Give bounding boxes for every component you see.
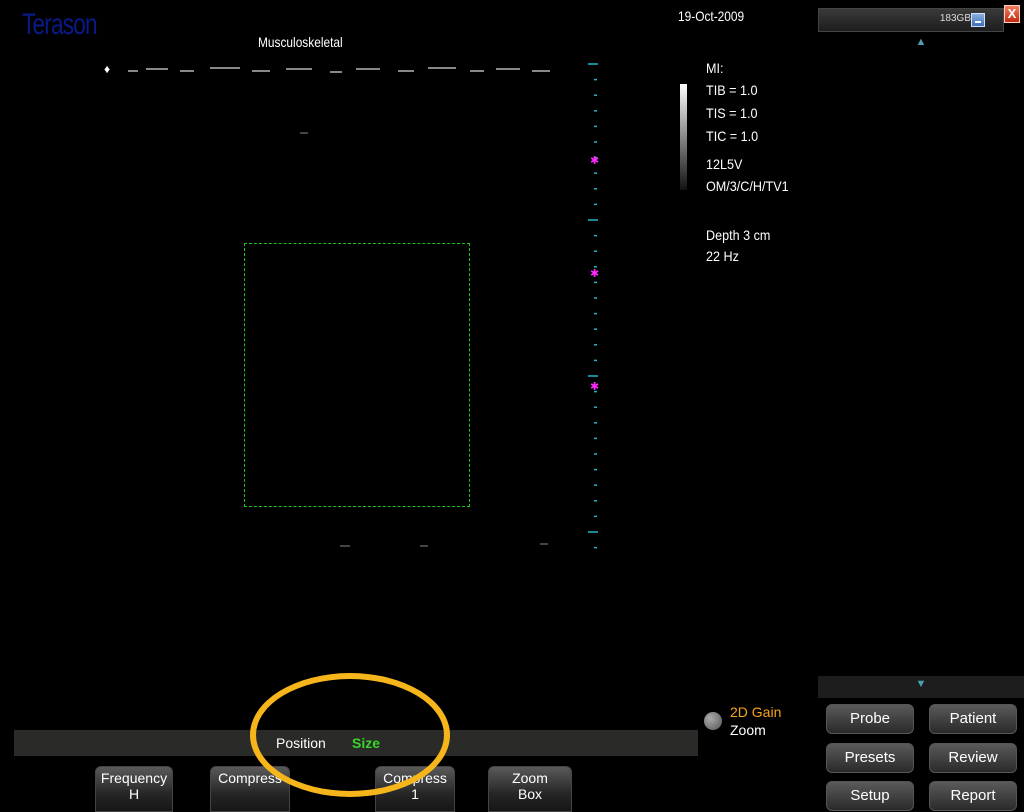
setup-button[interactable]: Setup bbox=[826, 781, 914, 811]
speckle bbox=[428, 67, 456, 69]
scroll-down-arrow-icon[interactable]: ▼ bbox=[906, 678, 936, 694]
zoom-label: Zoom bbox=[730, 722, 766, 738]
tic-value: TIC = 1.0 bbox=[706, 128, 759, 144]
speckle bbox=[470, 70, 484, 72]
grayscale-bar bbox=[680, 84, 687, 190]
status-box: 183GB bbox=[818, 8, 1004, 32]
right-panel bbox=[818, 36, 1024, 676]
speckle bbox=[420, 545, 428, 547]
speckle bbox=[340, 545, 350, 547]
speckle bbox=[330, 71, 342, 73]
softkey-label: Frequency bbox=[100, 770, 168, 786]
date-display: 19-Oct-2009 bbox=[678, 8, 745, 24]
depth-scale: ✱ ✱ ✱ bbox=[588, 63, 599, 549]
speckle bbox=[300, 132, 308, 134]
tib-value: TIB = 1.0 bbox=[706, 82, 758, 98]
speckle bbox=[286, 68, 312, 70]
preset-title: Musculoskeletal bbox=[258, 34, 343, 50]
speckle bbox=[356, 68, 380, 70]
zoom-box[interactable] bbox=[244, 243, 470, 507]
depth-value: Depth 3 cm bbox=[706, 227, 771, 243]
speckle bbox=[180, 70, 194, 72]
mode-settings: OM/3/C/H/TV1 bbox=[706, 178, 789, 194]
focal-zone-marker-icon: ✱ bbox=[590, 154, 599, 167]
speckle bbox=[496, 68, 520, 70]
softkey-zoom[interactable]: Zoom Box bbox=[488, 766, 572, 812]
report-button[interactable]: Report bbox=[929, 781, 1017, 811]
mi-label: MI: bbox=[706, 60, 724, 76]
review-button[interactable]: Review bbox=[929, 743, 1017, 773]
speckle bbox=[146, 68, 168, 70]
presets-button[interactable]: Presets bbox=[826, 743, 914, 773]
patient-button[interactable]: Patient bbox=[929, 704, 1017, 734]
speckle bbox=[532, 70, 550, 72]
speckle bbox=[252, 70, 270, 72]
speckle bbox=[398, 70, 414, 72]
focal-zone-marker-icon: ✱ bbox=[590, 267, 599, 280]
probe-button[interactable]: Probe bbox=[826, 704, 914, 734]
gain-label: 2D Gain bbox=[730, 704, 782, 720]
focal-zone-marker-icon: ✱ bbox=[590, 380, 599, 393]
brand-logo: Terason bbox=[22, 8, 98, 41]
close-button[interactable]: X bbox=[1004, 5, 1020, 23]
focal-marker-icon: ♦ bbox=[104, 62, 111, 76]
speckle bbox=[540, 543, 548, 545]
softkey-label: Zoom bbox=[512, 770, 548, 786]
frame-rate: 22 Hz bbox=[706, 248, 739, 264]
gain-knob-icon[interactable] bbox=[704, 712, 722, 730]
minimize-button[interactable] bbox=[971, 13, 985, 27]
speckle bbox=[210, 67, 240, 69]
highlight-ring bbox=[250, 673, 450, 797]
probe-name: 12L5V bbox=[706, 156, 743, 172]
softkey-value: H bbox=[128, 786, 140, 802]
softkey-frequency[interactable]: Frequency H bbox=[95, 766, 173, 812]
scroll-up-arrow-icon[interactable]: ▲ bbox=[906, 36, 936, 52]
speckle bbox=[128, 70, 138, 72]
softkey-value: Box bbox=[517, 786, 543, 802]
tis-value: TIS = 1.0 bbox=[706, 105, 758, 121]
storage-indicator: 183GB bbox=[939, 13, 971, 24]
